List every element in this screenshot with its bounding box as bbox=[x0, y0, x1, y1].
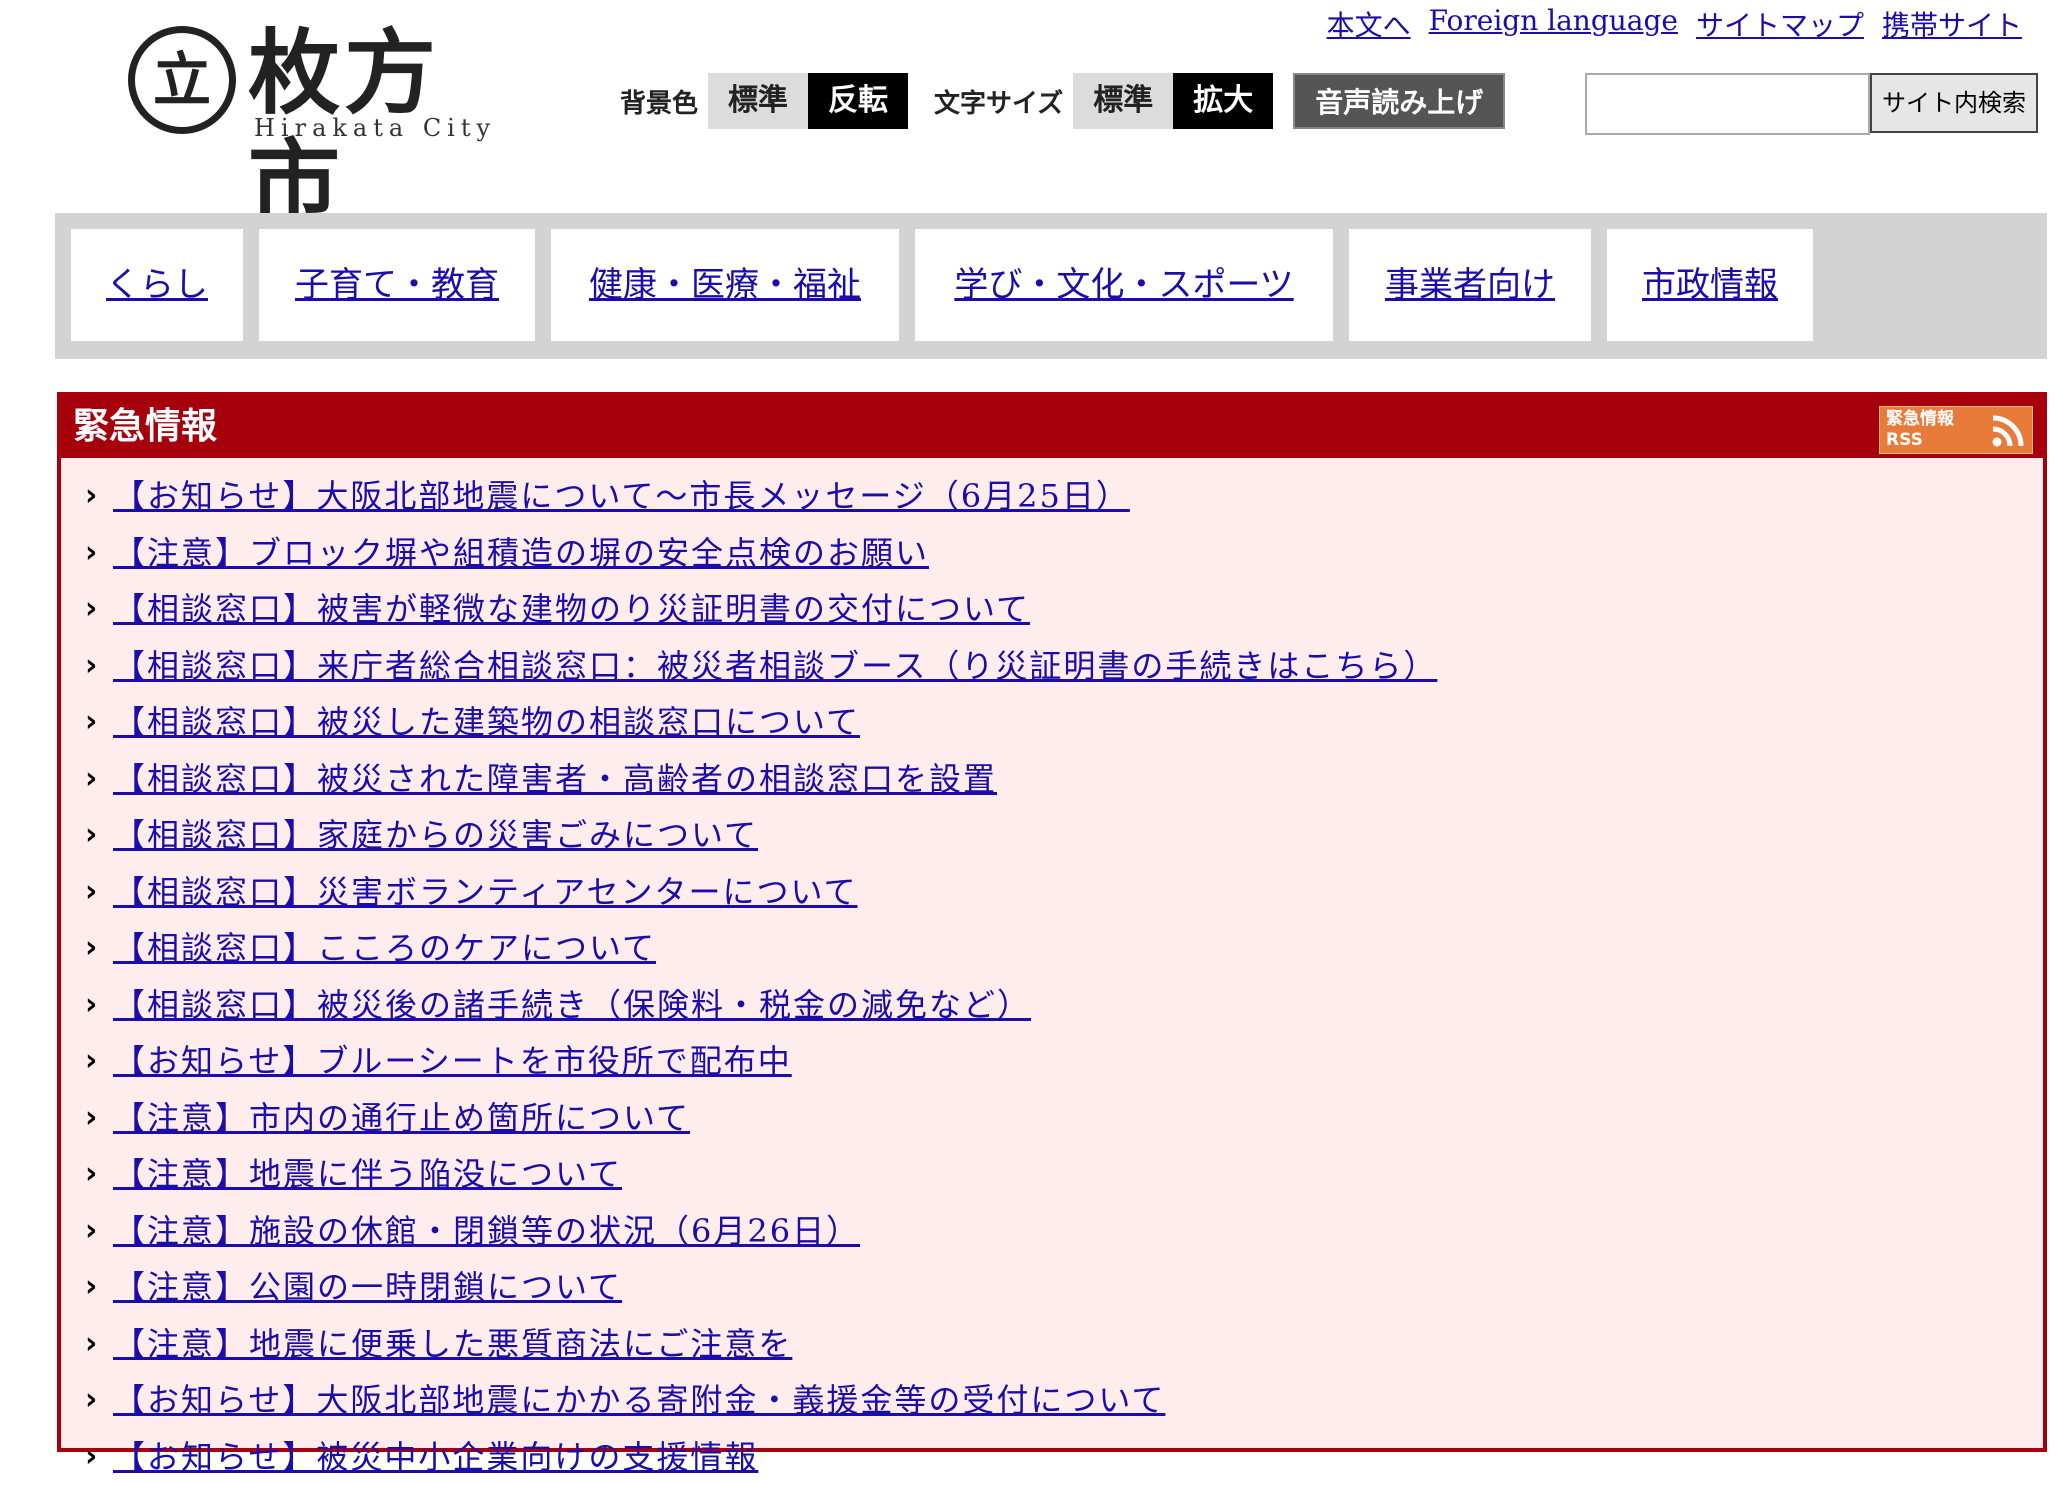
rss-label: 緊急情報 RSS bbox=[1886, 409, 1954, 451]
global-nav: くらし 子育て・教育 健康・医療・福祉 学び・文化・スポーツ 事業者向け 市政情… bbox=[55, 213, 2047, 359]
rss-label-line2: RSS bbox=[1886, 430, 1954, 451]
chevron-right-icon: › bbox=[85, 864, 113, 920]
emergency-link[interactable]: 【注意】地震に伴う陥没について bbox=[113, 1146, 622, 1202]
list-item: ›【相談窓口】被災された障害者・高齢者の相談窓口を設置 bbox=[85, 751, 1437, 808]
list-item: ›【相談窓口】家庭からの災害ごみについて bbox=[85, 807, 1437, 864]
chevron-right-icon: › bbox=[85, 751, 113, 807]
list-item: ›【相談窓口】来庁者総合相談窓口：被災者相談ブース（り災証明書の手続きはこちら） bbox=[85, 638, 1437, 695]
rss-label-line1: 緊急情報 bbox=[1886, 409, 1954, 430]
list-item: ›【注意】公園の一時閉鎖について bbox=[85, 1259, 1437, 1316]
nav-item-living[interactable]: くらし bbox=[71, 229, 243, 341]
emergency-rss-button[interactable]: 緊急情報 RSS bbox=[1879, 406, 2033, 454]
list-item: ›【お知らせ】被災中小企業向けの支援情報 bbox=[85, 1429, 1437, 1485]
city-emblem-icon: 立 bbox=[128, 26, 236, 134]
chevron-right-icon: › bbox=[85, 807, 113, 863]
emergency-link[interactable]: 【相談窓口】被害が軽微な建物のり災証明書の交付について bbox=[113, 581, 1030, 637]
background-color-label: 背景色 bbox=[610, 83, 708, 120]
emergency-link[interactable]: 【相談窓口】被災した建築物の相談窓口について bbox=[113, 694, 860, 750]
list-item: ›【注意】市内の通行止め箇所について bbox=[85, 1090, 1437, 1147]
chevron-right-icon: › bbox=[85, 920, 113, 976]
logo-subtitle: Hirakata City bbox=[254, 114, 496, 142]
nav-item-culture-sports[interactable]: 学び・文化・スポーツ bbox=[915, 229, 1333, 341]
list-item: ›【注意】ブロック塀や組積造の塀の安全点検のお願い bbox=[85, 525, 1437, 582]
emergency-link[interactable]: 【注意】市内の通行止め箇所について bbox=[113, 1090, 690, 1146]
emergency-link[interactable]: 【注意】公園の一時閉鎖について bbox=[113, 1259, 622, 1315]
nav-label: 学び・文化・スポーツ bbox=[954, 265, 1293, 305]
chevron-right-icon: › bbox=[85, 1259, 113, 1315]
emergency-list: ›【お知らせ】大阪北部地震について～市長メッセージ（6月25日） ›【注意】ブロ… bbox=[85, 468, 1437, 1485]
emergency-link[interactable]: 【注意】地震に便乗した悪質商法にご注意を bbox=[113, 1316, 792, 1372]
emergency-link[interactable]: 【相談窓口】家庭からの災害ごみについて bbox=[113, 807, 758, 863]
emergency-link[interactable]: 【相談窓口】被災後の諸手続き（保険料・税金の減免など） bbox=[113, 977, 1031, 1033]
chevron-right-icon: › bbox=[85, 638, 113, 694]
rss-feed-icon bbox=[1990, 413, 2026, 449]
link-mobile-site[interactable]: 携帯サイト bbox=[1882, 4, 2022, 44]
link-sitemap[interactable]: サイトマップ bbox=[1696, 4, 1864, 44]
site-search-button[interactable]: サイト内検索 bbox=[1870, 73, 2038, 133]
bg-invert-button[interactable]: 反転 bbox=[808, 73, 908, 129]
emergency-title: 緊急情報 bbox=[73, 396, 217, 458]
nav-label: 健康・医療・福祉 bbox=[589, 265, 861, 305]
utility-links: 本文へ Foreign language サイトマップ 携帯サイト bbox=[1327, 4, 2022, 44]
list-item: ›【注意】地震に便乗した悪質商法にご注意を bbox=[85, 1316, 1437, 1373]
emergency-link[interactable]: 【お知らせ】大阪北部地震にかかる寄附金・義援金等の受付について bbox=[113, 1372, 1165, 1428]
emergency-link[interactable]: 【相談窓口】災害ボランティアセンターについて bbox=[113, 864, 857, 920]
site-search-input[interactable] bbox=[1585, 73, 1870, 135]
emergency-link[interactable]: 【相談窓口】被災された障害者・高齢者の相談窓口を設置 bbox=[113, 751, 997, 807]
nav-item-city-government[interactable]: 市政情報 bbox=[1607, 229, 1813, 341]
list-item: ›【相談窓口】被害が軽微な建物のり災証明書の交付について bbox=[85, 581, 1437, 638]
nav-label: 子育て・教育 bbox=[295, 265, 499, 305]
list-item: ›【相談窓口】被災後の諸手続き（保険料・税金の減免など） bbox=[85, 977, 1437, 1034]
chevron-right-icon: › bbox=[85, 1033, 113, 1089]
nav-label: くらし bbox=[106, 265, 208, 305]
list-item: ›【相談窓口】被災した建築物の相談窓口について bbox=[85, 694, 1437, 751]
voice-readout-button[interactable]: 音声読み上げ bbox=[1293, 73, 1505, 129]
chevron-right-icon: › bbox=[85, 581, 113, 637]
emblem-glyph: 立 bbox=[135, 45, 229, 115]
nav-item-business[interactable]: 事業者向け bbox=[1349, 229, 1591, 341]
font-standard-button[interactable]: 標準 bbox=[1073, 73, 1173, 129]
emergency-link[interactable]: 【お知らせ】大阪北部地震について～市長メッセージ（6月25日） bbox=[113, 468, 1130, 524]
chevron-right-icon: › bbox=[85, 468, 113, 524]
list-item: ›【注意】地震に伴う陥没について bbox=[85, 1146, 1437, 1203]
chevron-right-icon: › bbox=[85, 1146, 113, 1202]
link-foreign-language[interactable]: Foreign language bbox=[1429, 4, 1678, 44]
emergency-link[interactable]: 【相談窓口】来庁者総合相談窓口：被災者相談ブース（り災証明書の手続きはこちら） bbox=[113, 638, 1437, 694]
font-large-button[interactable]: 拡大 bbox=[1173, 73, 1273, 129]
list-item: ›【相談窓口】災害ボランティアセンターについて bbox=[85, 864, 1437, 921]
site-logo[interactable]: 立 枚方市 Hirakata City bbox=[128, 18, 528, 148]
emergency-link[interactable]: 【お知らせ】ブルーシートを市役所で配布中 bbox=[113, 1033, 792, 1089]
chevron-right-icon: › bbox=[85, 1429, 113, 1485]
nav-label: 市政情報 bbox=[1642, 265, 1778, 305]
list-item: ›【お知らせ】大阪北部地震について～市長メッセージ（6月25日） bbox=[85, 468, 1437, 525]
emergency-link[interactable]: 【注意】施設の休館・閉鎖等の状況（6月26日） bbox=[113, 1203, 860, 1259]
nav-label: 事業者向け bbox=[1385, 265, 1555, 305]
bg-standard-button[interactable]: 標準 bbox=[708, 73, 808, 129]
chevron-right-icon: › bbox=[85, 1203, 113, 1259]
emergency-link[interactable]: 【相談窓口】こころのケアについて bbox=[113, 920, 656, 976]
chevron-right-icon: › bbox=[85, 525, 113, 581]
font-size-label: 文字サイズ bbox=[924, 83, 1073, 120]
link-skip-to-content[interactable]: 本文へ bbox=[1327, 4, 1411, 44]
emergency-panel: 緊急情報 緊急情報 RSS ›【お知らせ】大阪北部地震について～市長メッセージ（… bbox=[57, 392, 2047, 1452]
list-item: ›【お知らせ】ブルーシートを市役所で配布中 bbox=[85, 1033, 1437, 1090]
emergency-header: 緊急情報 緊急情報 RSS bbox=[61, 396, 2043, 458]
chevron-right-icon: › bbox=[85, 977, 113, 1033]
chevron-right-icon: › bbox=[85, 1090, 113, 1146]
chevron-right-icon: › bbox=[85, 1316, 113, 1372]
emergency-link[interactable]: 【注意】ブロック塀や組積造の塀の安全点検のお願い bbox=[113, 525, 929, 581]
chevron-right-icon: › bbox=[85, 694, 113, 750]
emergency-link[interactable]: 【お知らせ】被災中小企業向けの支援情報 bbox=[113, 1429, 758, 1485]
list-item: ›【お知らせ】大阪北部地震にかかる寄附金・義援金等の受付について bbox=[85, 1372, 1437, 1429]
list-item: ›【注意】施設の休館・閉鎖等の状況（6月26日） bbox=[85, 1203, 1437, 1260]
nav-item-health-welfare[interactable]: 健康・医療・福祉 bbox=[551, 229, 899, 341]
accessibility-tools: 背景色 標準 反転 文字サイズ 標準 拡大 音声読み上げ bbox=[610, 73, 1505, 129]
nav-item-childcare-education[interactable]: 子育て・教育 bbox=[259, 229, 535, 341]
list-item: ›【相談窓口】こころのケアについて bbox=[85, 920, 1437, 977]
chevron-right-icon: › bbox=[85, 1372, 113, 1428]
